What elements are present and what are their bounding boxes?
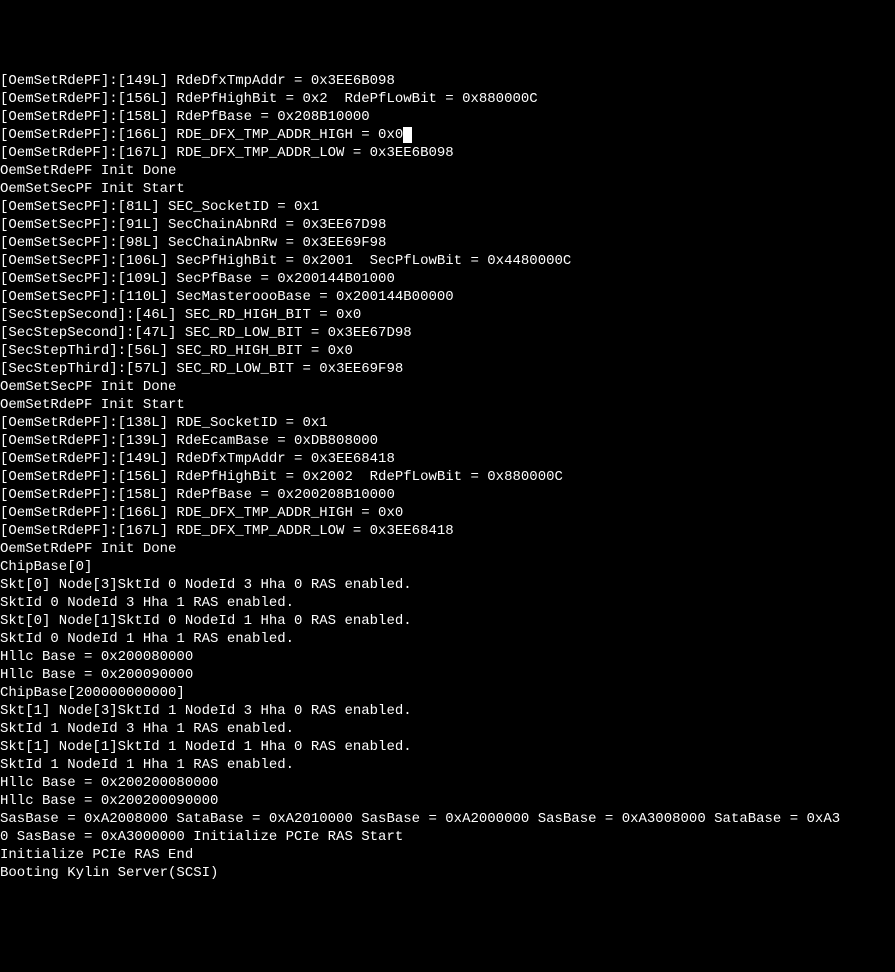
terminal-line: [OemSetRdePF]:[158L] RdePfBase = 0x20020… <box>0 486 895 504</box>
terminal-line: [OemSetSecPF]:[91L] SecChainAbnRd = 0x3E… <box>0 216 895 234</box>
terminal-line: [OemSetSecPF]:[110L] SecMasteroooBase = … <box>0 288 895 306</box>
terminal-line: [OemSetRdePF]:[156L] RdePfHighBit = 0x20… <box>0 468 895 486</box>
terminal-line: [OemSetRdePF]:[139L] RdeEcamBase = 0xDB8… <box>0 432 895 450</box>
terminal-line: [OemSetSecPF]:[98L] SecChainAbnRw = 0x3E… <box>0 234 895 252</box>
terminal-line: Booting Kylin Server(SCSI) <box>0 864 895 882</box>
terminal-line: Skt[1] Node[3]SktId 1 NodeId 3 Hha 0 RAS… <box>0 702 895 720</box>
terminal-line: [OemSetRdePF]:[166L] RDE_DFX_TMP_ADDR_HI… <box>0 126 895 144</box>
terminal-line: OemSetSecPF Init Start <box>0 180 895 198</box>
terminal-line: SktId 0 NodeId 3 Hha 1 RAS enabled. <box>0 594 895 612</box>
terminal-line: [OemSetRdePF]:[149L] RdeDfxTmpAddr = 0x3… <box>0 72 895 90</box>
terminal-line: SasBase = 0xA2008000 SataBase = 0xA20100… <box>0 810 895 828</box>
terminal-line: [OemSetRdePF]:[167L] RDE_DFX_TMP_ADDR_LO… <box>0 144 895 162</box>
terminal-line: ChipBase[0] <box>0 558 895 576</box>
terminal-line: [SecStepSecond]:[47L] SEC_RD_LOW_BIT = 0… <box>0 324 895 342</box>
terminal-line: SktId 0 NodeId 1 Hha 1 RAS enabled. <box>0 630 895 648</box>
terminal-line: [SecStepThird]:[56L] SEC_RD_HIGH_BIT = 0… <box>0 342 895 360</box>
terminal-line: Hllc Base = 0x200090000 <box>0 666 895 684</box>
terminal-line: Skt[0] Node[1]SktId 0 NodeId 1 Hha 0 RAS… <box>0 612 895 630</box>
terminal-line: [OemSetRdePF]:[158L] RdePfBase = 0x208B1… <box>0 108 895 126</box>
terminal-line: Hllc Base = 0x200200090000 <box>0 792 895 810</box>
terminal-line: [SecStepThird]:[57L] SEC_RD_LOW_BIT = 0x… <box>0 360 895 378</box>
terminal-line: [OemSetSecPF]:[106L] SecPfHighBit = 0x20… <box>0 252 895 270</box>
terminal-line: [OemSetSecPF]:[109L] SecPfBase = 0x20014… <box>0 270 895 288</box>
terminal-line: [OemSetSecPF]:[81L] SEC_SocketID = 0x1 <box>0 198 895 216</box>
terminal-line: OemSetRdePF Init Done <box>0 162 895 180</box>
terminal-output: [OemSetRdePF]:[149L] RdeDfxTmpAddr = 0x3… <box>0 72 895 882</box>
terminal-line: [SecStepSecond]:[46L] SEC_RD_HIGH_BIT = … <box>0 306 895 324</box>
terminal-line: OemSetSecPF Init Done <box>0 378 895 396</box>
terminal-line: ChipBase[200000000000] <box>0 684 895 702</box>
terminal-line: Hllc Base = 0x200080000 <box>0 648 895 666</box>
terminal-line: [OemSetRdePF]:[149L] RdeDfxTmpAddr = 0x3… <box>0 450 895 468</box>
terminal-line: 0 SasBase = 0xA3000000 Initialize PCIe R… <box>0 828 895 846</box>
terminal-line: Skt[1] Node[1]SktId 1 NodeId 1 Hha 0 RAS… <box>0 738 895 756</box>
terminal-line: SktId 1 NodeId 1 Hha 1 RAS enabled. <box>0 756 895 774</box>
terminal-line: SktId 1 NodeId 3 Hha 1 RAS enabled. <box>0 720 895 738</box>
terminal-line: OemSetRdePF Init Start <box>0 396 895 414</box>
terminal-line: [OemSetRdePF]:[138L] RDE_SocketID = 0x1 <box>0 414 895 432</box>
terminal-line: [OemSetRdePF]:[167L] RDE_DFX_TMP_ADDR_LO… <box>0 522 895 540</box>
terminal-line: [OemSetRdePF]:[156L] RdePfHighBit = 0x2 … <box>0 90 895 108</box>
terminal-line: Hllc Base = 0x200200080000 <box>0 774 895 792</box>
terminal-line: [OemSetRdePF]:[166L] RDE_DFX_TMP_ADDR_HI… <box>0 504 895 522</box>
terminal-line: Initialize PCIe RAS End <box>0 846 895 864</box>
terminal-line: Skt[0] Node[3]SktId 0 NodeId 3 Hha 0 RAS… <box>0 576 895 594</box>
terminal-line: OemSetRdePF Init Done <box>0 540 895 558</box>
terminal-cursor <box>403 127 411 143</box>
